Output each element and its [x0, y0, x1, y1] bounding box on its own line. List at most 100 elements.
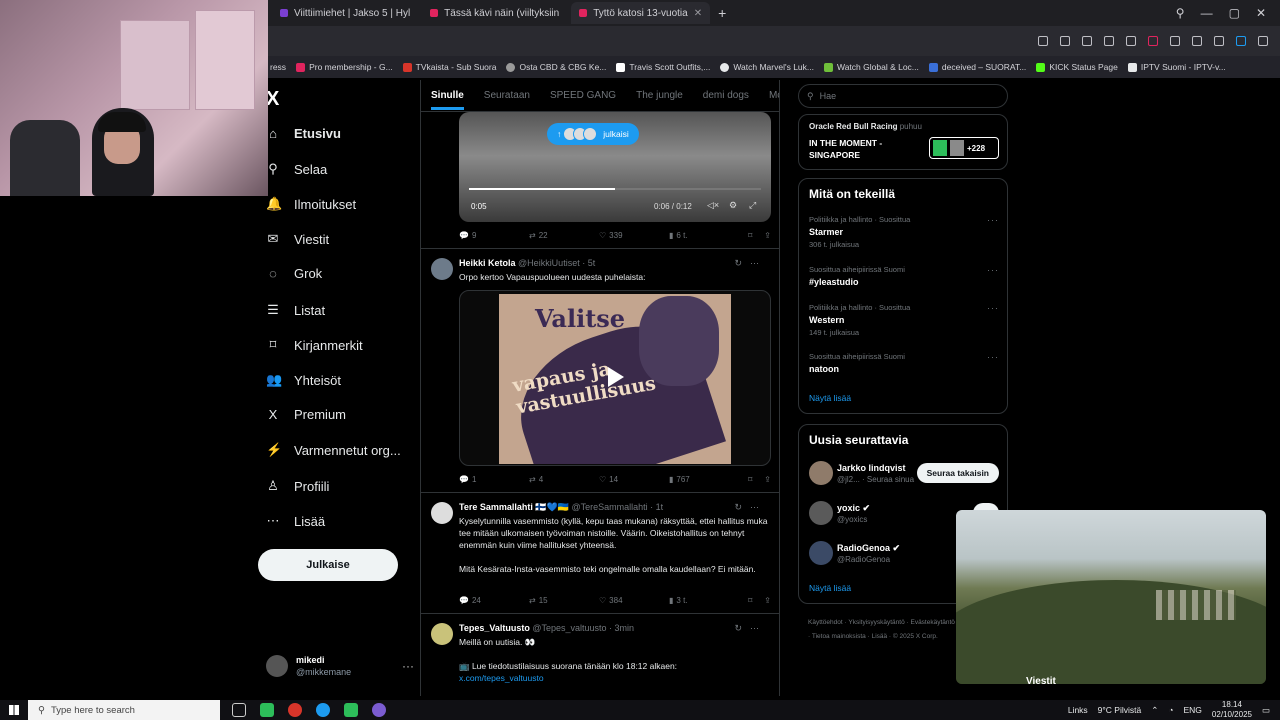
- avatar[interactable]: [431, 623, 453, 645]
- search-input[interactable]: ⚲ Hae: [798, 84, 1008, 108]
- search-tabs-icon[interactable]: ⚲: [1176, 6, 1185, 20]
- repost-button[interactable]: ⇄ 4: [529, 475, 599, 484]
- author-name[interactable]: Tere Sammallahti 🇫🇮💙🇺🇦: [459, 502, 569, 512]
- notifications-icon[interactable]: ▭: [1262, 705, 1270, 716]
- task-view-icon[interactable]: [232, 703, 246, 717]
- author-name[interactable]: Heikki Ketola: [459, 258, 516, 268]
- weather-widget[interactable]: 9°C Pilvistä: [1098, 705, 1142, 715]
- post-more-icon[interactable]: ↻⋯: [734, 623, 767, 634]
- bookmark-item[interactable]: Watch Global & Loc...: [824, 62, 919, 72]
- app-icon[interactable]: [344, 703, 358, 717]
- post-button[interactable]: Julkaise: [258, 549, 398, 581]
- more-options-icon[interactable]: ···: [402, 659, 414, 673]
- like-button[interactable]: ♡ 384: [599, 596, 669, 605]
- nav-item-notifications[interactable]: 🔔 Ilmoitukset: [266, 196, 356, 212]
- tab-following[interactable]: Seurataan: [484, 90, 530, 101]
- trend-item[interactable]: Suosittua aiheipiirissä Suomi #yleastudi…: [809, 265, 999, 287]
- share-icon[interactable]: ⇪: [764, 596, 771, 605]
- minimize-button[interactable]: —: [1201, 6, 1213, 20]
- bookmark-item[interactable]: TVkaista - Sub Suora: [402, 62, 496, 72]
- author-handle[interactable]: @Tepes_valtuusto · 3min: [532, 623, 634, 633]
- clock[interactable]: 18.14 02/10/2025: [1212, 700, 1252, 720]
- links-toolbar[interactable]: Links: [1068, 705, 1088, 715]
- nav-item-premium[interactable]: X Premium: [266, 407, 346, 422]
- app-icon[interactable]: [260, 703, 274, 717]
- play-icon[interactable]: [1126, 36, 1136, 46]
- mute-icon[interactable]: ◁×: [707, 200, 719, 211]
- picture-in-picture-video[interactable]: [956, 510, 1266, 684]
- author-name[interactable]: Tepes_Valtuusto: [459, 623, 530, 633]
- views-button[interactable]: ▮ 6 t.: [669, 231, 739, 240]
- trend-item[interactable]: Suosittua aiheipiirissä Suomi natoon ···: [809, 352, 999, 374]
- views-button[interactable]: ▮ 3 t.: [669, 596, 739, 605]
- video-thumbnail[interactable]: Valitse vapaus ja vastuullisuus: [459, 290, 771, 466]
- bookmark-item[interactable]: Osta CBD & CBG Ke...: [506, 62, 606, 72]
- bookmark-item[interactable]: deceived – SUORAT...: [928, 62, 1026, 72]
- close-tab-icon[interactable]: ✕: [694, 8, 702, 19]
- tab-list-demi-dogs[interactable]: demi dogs: [703, 90, 749, 101]
- nav-item-verified-orgs[interactable]: ⚡ Varmennetut org...: [266, 442, 401, 458]
- trend-item[interactable]: Politiikka ja hallinto · Suosittua Starm…: [809, 215, 999, 249]
- edit-icon[interactable]: [1060, 36, 1070, 46]
- nav-item-profile[interactable]: ♙ Profiili: [266, 478, 329, 494]
- trend-item[interactable]: Politiikka ja hallinto · Suosittua Weste…: [809, 303, 999, 337]
- tab-list-mcdonal[interactable]: McDonal: [769, 90, 779, 101]
- trend-more-icon[interactable]: ···: [987, 265, 999, 275]
- play-icon[interactable]: [608, 367, 624, 387]
- video-progress-bar[interactable]: [469, 188, 761, 190]
- start-button[interactable]: [0, 700, 28, 720]
- tray-chevron-icon[interactable]: ⌃: [1151, 705, 1158, 716]
- trend-more-icon[interactable]: ···: [987, 303, 999, 313]
- x-logo-icon[interactable]: X: [266, 88, 279, 111]
- author-handle[interactable]: @TereSammallahti · 1t: [572, 502, 664, 512]
- repost-button[interactable]: ⇄ 22: [529, 231, 599, 240]
- nav-item-home[interactable]: ⌂ Etusivu: [266, 126, 341, 141]
- post-more-icon[interactable]: ↻⋯: [734, 258, 767, 269]
- browser-tab-3[interactable]: Tyttö katosi 13-vuotia ✕: [571, 2, 711, 24]
- bookmark-truncated[interactable]: ress: [270, 62, 286, 72]
- camera-icon[interactable]: [1082, 36, 1092, 46]
- tab-list-the-jungle[interactable]: The jungle: [636, 90, 683, 101]
- trend-more-icon[interactable]: ···: [987, 352, 999, 362]
- bookmark-item[interactable]: Pro membership - G...: [296, 62, 393, 72]
- browser-tab-1[interactable]: Viittiimiehet | Jakso 5 | Hyl: [272, 2, 418, 24]
- settings-icon[interactable]: [1258, 36, 1268, 46]
- fullscreen-icon[interactable]: ⤢: [749, 200, 756, 211]
- bookmark-icon[interactable]: ⌑: [748, 231, 752, 240]
- browser-tab-2[interactable]: Tässä kävi näin (viiltyksiin: [422, 2, 567, 24]
- language-indicator[interactable]: ENG: [1184, 705, 1202, 715]
- network-icon[interactable]: ◔: [1168, 705, 1173, 715]
- bookmark-item[interactable]: Travis Scott Outfits,...: [616, 62, 710, 72]
- show-more-link[interactable]: Näytä lisää: [809, 393, 851, 403]
- new-posts-pill[interactable]: ↑ julkaisi: [547, 123, 639, 145]
- account-switcher[interactable]: mikedi @mikkemane ···: [266, 654, 414, 678]
- live-space-card[interactable]: Oracle Red Bull Racing puhuu IN THE MOME…: [798, 114, 1008, 170]
- author-handle[interactable]: @HeikkiUutiset · 5t: [518, 258, 595, 268]
- messages-drawer-label[interactable]: Viestit: [1026, 676, 1056, 687]
- footer-links[interactable]: Käyttöehdot · Yksityisyyskäytäntö · Eväs…: [808, 616, 958, 644]
- opera-icon[interactable]: [288, 703, 302, 717]
- share-icon[interactable]: ⇪: [764, 231, 771, 240]
- views-button[interactable]: ▮ 767: [669, 475, 739, 484]
- repost-button[interactable]: ⇄ 15: [529, 596, 599, 605]
- follow-suggestion[interactable]: Jarkko lindqvist @jl2... · Seuraa sinua …: [809, 461, 999, 487]
- wallet-icon[interactable]: [1214, 36, 1224, 46]
- taskbar-search-input[interactable]: ⚲ Type here to search: [28, 700, 220, 720]
- bookmark-item[interactable]: IPTV Suomi - IPTV-v...: [1127, 62, 1226, 72]
- share-icon[interactable]: ⇪: [764, 475, 771, 484]
- space-listeners[interactable]: +228: [929, 137, 999, 159]
- nav-item-messages[interactable]: ✉ Viestit: [266, 231, 330, 247]
- nav-item-explore[interactable]: ⚲ Selaa: [266, 161, 327, 177]
- tab-list-speed-gang[interactable]: SPEED GANG: [550, 90, 616, 101]
- bookmark-item[interactable]: Watch Marvel's Luk...: [720, 62, 814, 72]
- bookmark-icon[interactable]: ⌑: [748, 475, 752, 484]
- like-button[interactable]: ♡ 14: [599, 475, 669, 484]
- nav-item-communities[interactable]: 👥 Yhteisöt: [266, 372, 341, 388]
- extension-icon[interactable]: [1236, 36, 1246, 46]
- download-icon[interactable]: [1170, 36, 1180, 46]
- new-tab-button[interactable]: +: [718, 5, 726, 21]
- bookmark-item[interactable]: KICK Status Page: [1036, 62, 1118, 72]
- reply-button[interactable]: 💬 24: [459, 596, 529, 605]
- nav-item-more[interactable]: ⋯ Lisää: [266, 513, 326, 529]
- discord-icon[interactable]: [372, 703, 386, 717]
